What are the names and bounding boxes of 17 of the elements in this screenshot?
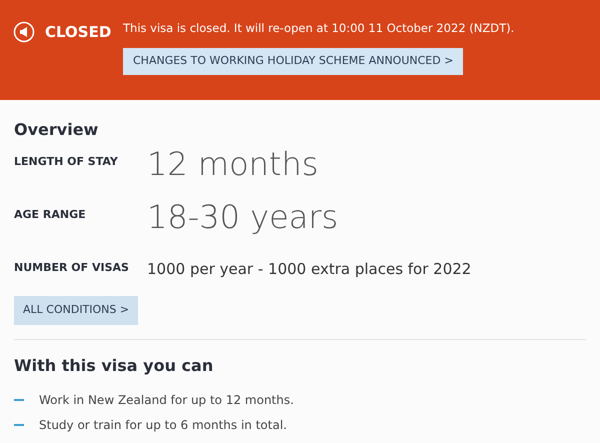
field-label: AGE RANGE xyxy=(14,207,87,223)
section-title: Overview xyxy=(14,119,100,141)
announcement-link[interactable]: CHANGES TO WORKING HOLIDAY SCHEME ANNOUNCED > xyxy=(123,48,464,74)
field-value: 18-30 years xyxy=(147,201,338,238)
field-label: NUMBER OF VISAS xyxy=(14,260,130,276)
section-title: With this visa you can xyxy=(14,354,214,376)
megaphone-icon xyxy=(13,21,35,43)
conditions-button[interactable]: ALL CONDITIONS > xyxy=(14,296,138,324)
banner-message: This visa is closed. It will re-open at 10:00 11 October 2022 (NZDT). xyxy=(123,20,514,37)
dash-icon xyxy=(14,424,24,426)
field-value: 1000 per year - 1000 extra places for 2022 xyxy=(147,259,472,280)
benefit-text: Work in New Zealand for up to 12 months. xyxy=(39,392,294,409)
status-label: CLOSED xyxy=(45,22,112,43)
benefit-text: Study or train for up to 6 months in total. xyxy=(39,417,287,434)
field-label: LENGTH OF STAY xyxy=(14,154,119,170)
dash-icon xyxy=(14,399,24,401)
field-value: 12 months xyxy=(147,148,318,185)
